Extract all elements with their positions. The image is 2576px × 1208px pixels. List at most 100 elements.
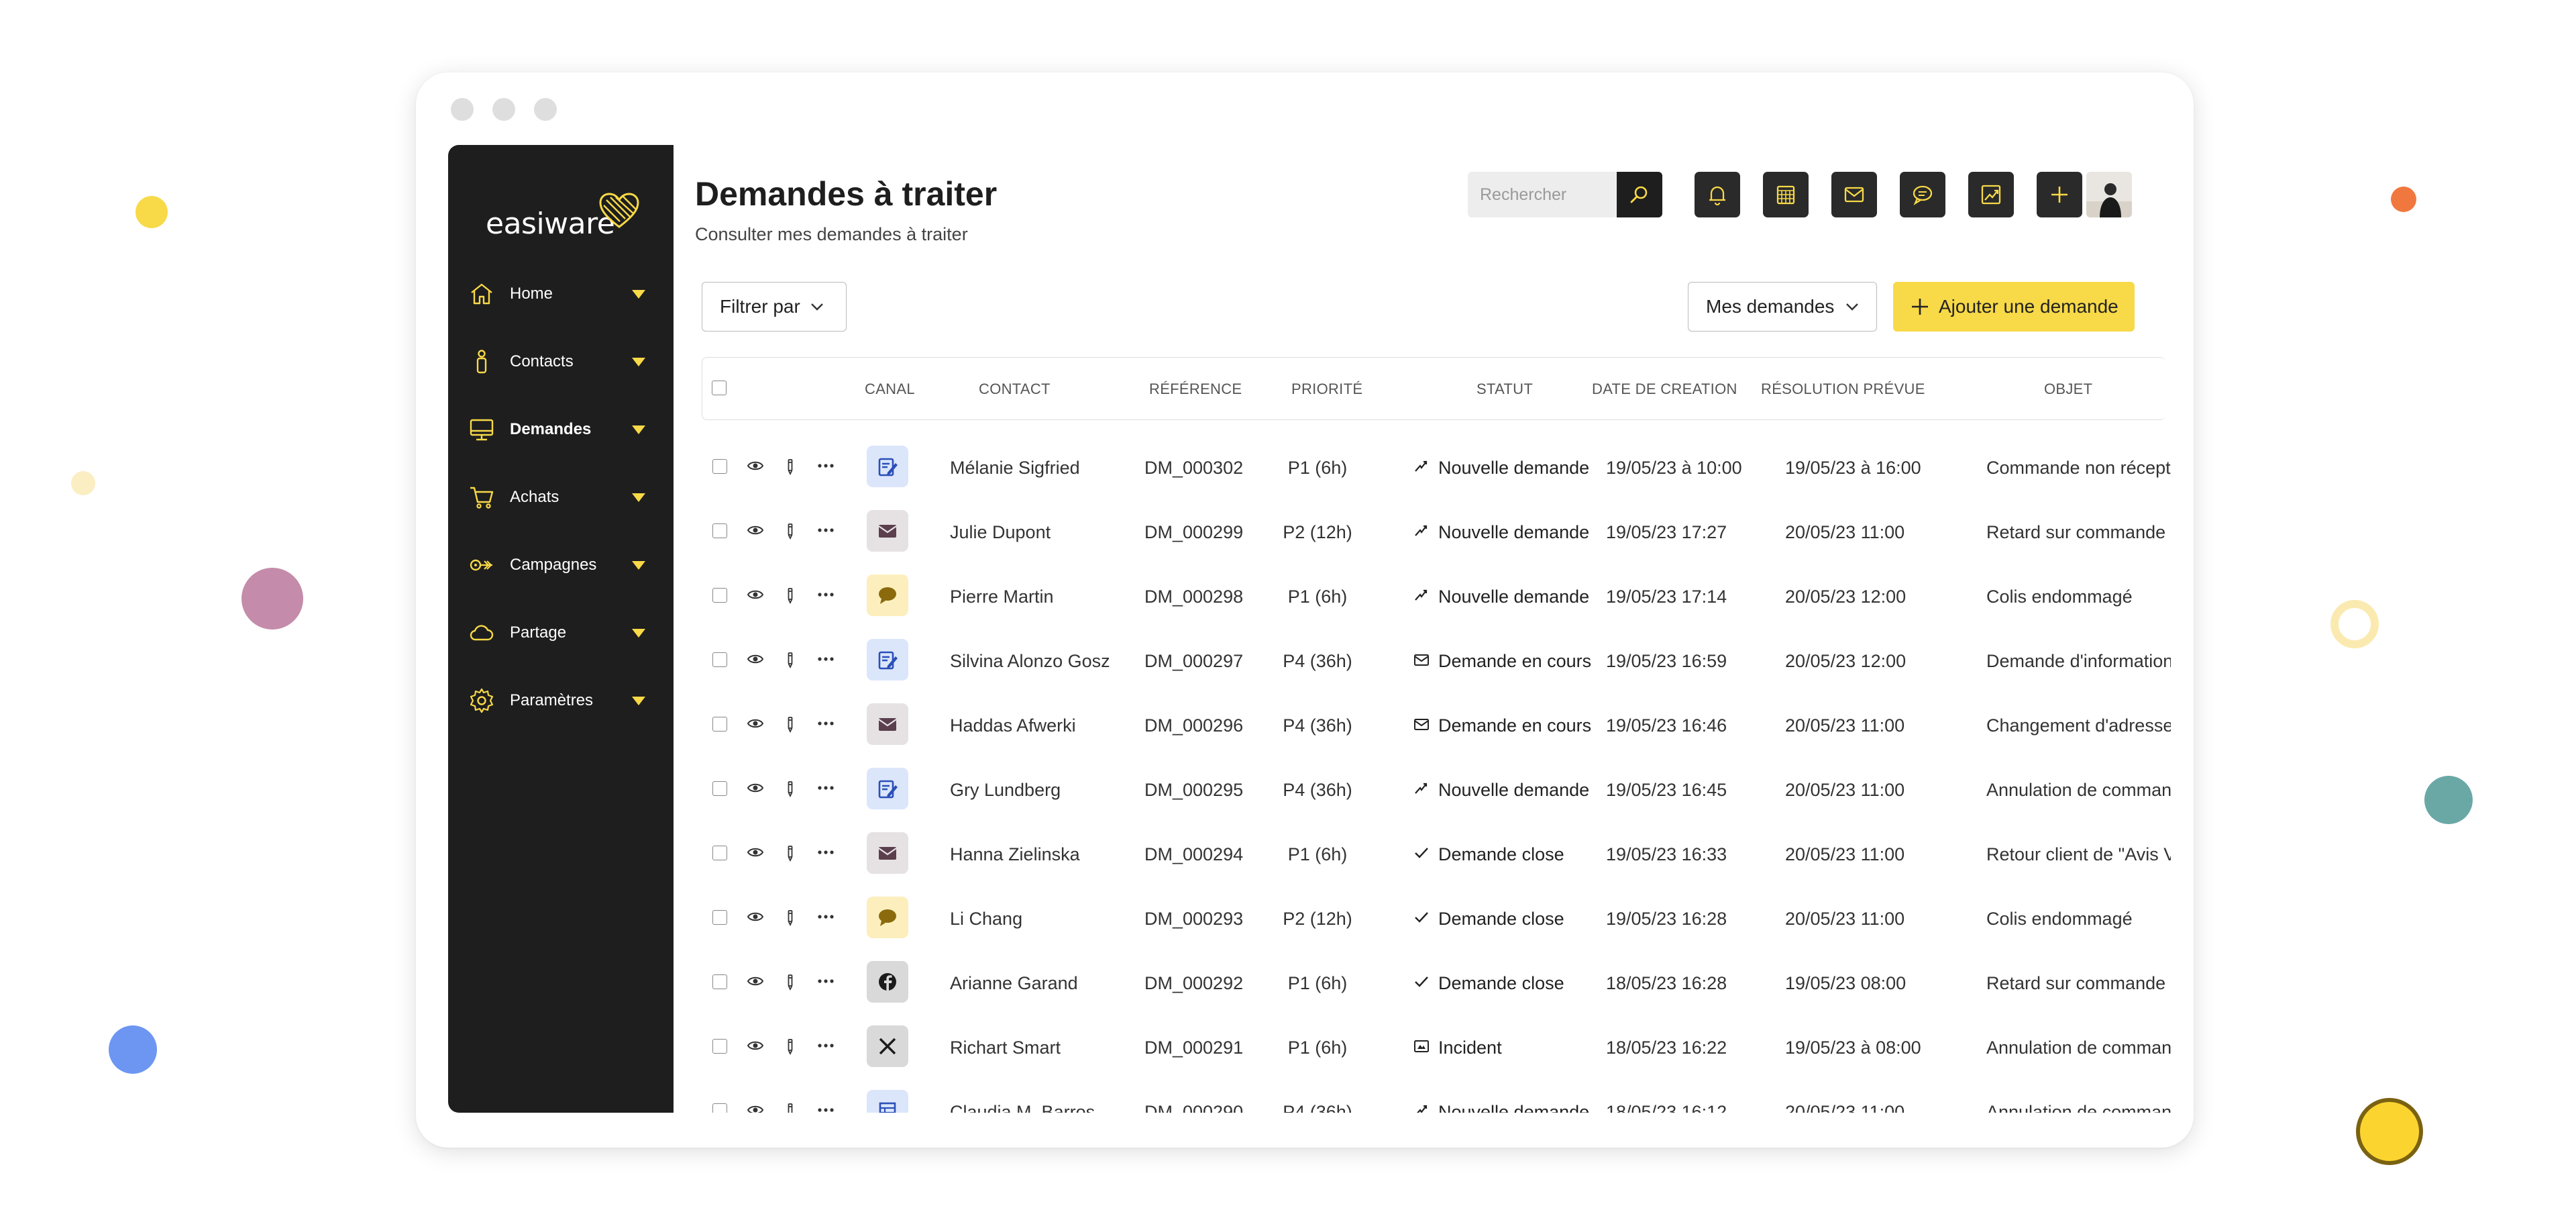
table-row[interactable]: Claudia M. Barros DM_000290 P4 (36h) Nouvel… xyxy=(695,1079,2171,1113)
reference-cell[interactable]: DM_000291 xyxy=(1144,1038,1243,1058)
more-button[interactable] xyxy=(816,972,836,994)
view-button[interactable] xyxy=(746,1101,765,1113)
more-button[interactable] xyxy=(816,521,836,543)
row-checkbox[interactable] xyxy=(712,910,727,925)
edit-button[interactable] xyxy=(781,843,800,865)
table-row[interactable]: Silvina Alonzo Gosz DM_000297 P4 (36h) Dema… xyxy=(695,628,2171,693)
reference-cell[interactable]: DM_000302 xyxy=(1144,458,1243,479)
edit-button[interactable] xyxy=(781,972,800,994)
view-button[interactable] xyxy=(746,585,765,607)
more-button[interactable] xyxy=(816,650,836,672)
more-button[interactable] xyxy=(816,843,836,865)
user-avatar[interactable] xyxy=(2086,172,2132,217)
column-header[interactable]: PRIORITÉ xyxy=(1291,381,1362,398)
edit-button[interactable] xyxy=(781,714,800,736)
sidebar-item-demandes[interactable]: Demandes xyxy=(448,396,674,464)
reference-cell[interactable]: DM_000293 xyxy=(1144,909,1243,929)
view-button[interactable] xyxy=(746,521,765,543)
contact-cell[interactable]: Julie Dupont xyxy=(950,522,1051,543)
sidebar-item-parametres[interactable]: Paramètres xyxy=(448,667,674,735)
row-checkbox[interactable] xyxy=(712,1103,727,1113)
row-checkbox[interactable] xyxy=(712,652,727,667)
caret-down-icon[interactable] xyxy=(632,290,645,299)
row-checkbox[interactable] xyxy=(712,717,727,732)
edit-button[interactable] xyxy=(781,456,800,479)
column-header[interactable]: STATUT xyxy=(1477,381,1533,398)
column-header[interactable]: RÉSOLUTION PRÉVUE xyxy=(1761,381,1925,398)
reference-cell[interactable]: DM_000296 xyxy=(1144,715,1243,736)
column-header[interactable]: OBJET xyxy=(2044,381,2092,398)
table-row[interactable]: Mélanie Sigfried DM_000302 P1 (6h) Nouvelle… xyxy=(695,435,2171,499)
reference-cell[interactable]: DM_000299 xyxy=(1144,522,1243,543)
edit-button[interactable] xyxy=(781,907,800,929)
view-button[interactable] xyxy=(746,972,765,994)
sidebar-item-home[interactable]: Home xyxy=(448,260,674,328)
more-button[interactable] xyxy=(816,778,836,801)
sidebar-item-contacts[interactable]: Contacts xyxy=(448,328,674,396)
logo[interactable]: easiware xyxy=(486,192,647,246)
view-button[interactable] xyxy=(746,778,765,801)
edit-button[interactable] xyxy=(781,1101,800,1113)
window-dot-minimize[interactable] xyxy=(492,98,515,121)
sidebar-item-partage[interactable]: Partage xyxy=(448,599,674,667)
view-button[interactable] xyxy=(746,714,765,736)
filter-dropdown[interactable]: Filtrer par xyxy=(702,282,847,332)
column-header[interactable]: CANAL xyxy=(865,381,915,398)
caret-down-icon[interactable] xyxy=(632,358,645,366)
caret-down-icon[interactable] xyxy=(632,425,645,434)
more-button[interactable] xyxy=(816,907,836,929)
reference-cell[interactable]: DM_000290 xyxy=(1144,1102,1243,1113)
more-button[interactable] xyxy=(816,1101,836,1113)
edit-button[interactable] xyxy=(781,1036,800,1058)
edit-button[interactable] xyxy=(781,521,800,543)
caret-down-icon[interactable] xyxy=(632,561,645,570)
reference-cell[interactable]: DM_000297 xyxy=(1144,651,1243,672)
contact-cell[interactable]: Richart Smart xyxy=(950,1038,1061,1058)
sidebar-item-achats[interactable]: Achats xyxy=(448,464,674,532)
caret-down-icon[interactable] xyxy=(632,697,645,705)
view-button[interactable] xyxy=(746,1036,765,1058)
row-checkbox[interactable] xyxy=(712,523,727,538)
search-button[interactable] xyxy=(1617,172,1662,217)
contact-cell[interactable]: Claudia M. Barros xyxy=(950,1102,1095,1113)
view-button[interactable] xyxy=(746,650,765,672)
reference-cell[interactable]: DM_000294 xyxy=(1144,844,1243,865)
reference-cell[interactable]: DM_000298 xyxy=(1144,587,1243,607)
view-button[interactable] xyxy=(746,907,765,929)
calendar-button[interactable] xyxy=(1763,172,1809,217)
table-row[interactable]: Julie Dupont DM_000299 P2 (12h) Nouvelle de… xyxy=(695,499,2171,564)
contact-cell[interactable]: Arianne Garand xyxy=(950,973,1078,994)
reference-cell[interactable]: DM_000295 xyxy=(1144,780,1243,801)
edit-button[interactable] xyxy=(781,778,800,801)
row-checkbox[interactable] xyxy=(712,1039,727,1054)
sidebar-item-campagnes[interactable]: Campagnes xyxy=(448,532,674,599)
caret-down-icon[interactable] xyxy=(632,629,645,638)
contact-cell[interactable]: Gry Lundberg xyxy=(950,780,1061,801)
notifications-button[interactable] xyxy=(1695,172,1740,217)
mail-button[interactable] xyxy=(1831,172,1877,217)
row-checkbox[interactable] xyxy=(712,588,727,603)
contact-cell[interactable]: Li Chang xyxy=(950,909,1022,929)
view-button[interactable] xyxy=(746,456,765,479)
table-row[interactable]: Haddas Afwerki DM_000296 P4 (36h) Demande e… xyxy=(695,693,2171,757)
caret-down-icon[interactable] xyxy=(632,493,645,502)
table-row[interactable]: Richart Smart DM_000291 P1 (6h) Incident 18/… xyxy=(695,1015,2171,1079)
view-button[interactable] xyxy=(746,843,765,865)
column-header[interactable]: DATE DE CREATION xyxy=(1592,381,1737,398)
edit-button[interactable] xyxy=(781,585,800,607)
column-header[interactable]: CONTACT xyxy=(979,381,1051,398)
more-button[interactable] xyxy=(816,585,836,607)
row-checkbox[interactable] xyxy=(712,974,727,989)
window-dot-close[interactable] xyxy=(451,98,474,121)
select-all-checkbox[interactable] xyxy=(712,381,727,395)
contact-cell[interactable]: Mélanie Sigfried xyxy=(950,458,1080,479)
add-button[interactable] xyxy=(2037,172,2082,217)
contact-cell[interactable]: Hanna Zielinska xyxy=(950,844,1080,865)
contact-cell[interactable]: Haddas Afwerki xyxy=(950,715,1076,736)
table-row[interactable]: Hanna Zielinska DM_000294 P1 (6h) Demande c… xyxy=(695,821,2171,886)
edit-button[interactable] xyxy=(781,650,800,672)
more-button[interactable] xyxy=(816,1036,836,1058)
row-checkbox[interactable] xyxy=(712,459,727,474)
row-checkbox[interactable] xyxy=(712,846,727,860)
contact-cell[interactable]: Pierre Martin xyxy=(950,587,1054,607)
